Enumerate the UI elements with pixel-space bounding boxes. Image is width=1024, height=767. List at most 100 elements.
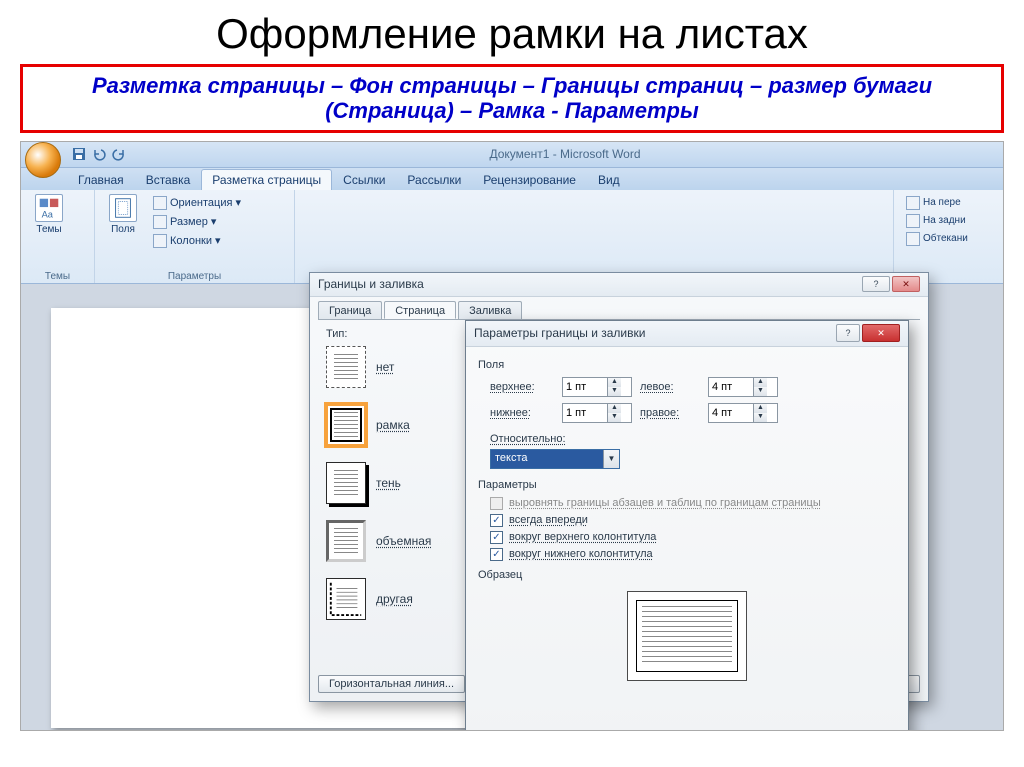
office-button[interactable]	[25, 142, 61, 178]
forward-icon	[906, 196, 920, 210]
dialog-title: Границы и заливка	[318, 277, 424, 291]
spin-up-icon[interactable]: ▲	[608, 404, 621, 413]
sample-page	[627, 591, 747, 681]
align-label: выровнять границы абзацев и таблиц по гр…	[509, 497, 821, 509]
document-title: Документ1 - Microsoft Word	[127, 147, 1003, 161]
margins-grid: верхнее: ▲▼ левое: ▲▼ нижнее: ▲▼ правое:…	[490, 377, 896, 423]
footer-checkbox-row[interactable]: ✓ вокруг нижнего колонтитула	[490, 548, 896, 561]
group-page-setup: Поля Ориентация ▾ Размер ▾ Колонки ▾ Пар…	[95, 190, 295, 283]
tab-insert[interactable]: Вставка	[135, 169, 202, 190]
backward-icon	[906, 214, 920, 228]
instruction-text: Разметка страницы – Фон страницы – Грани…	[31, 73, 993, 124]
columns-button[interactable]: Колонки ▾	[149, 232, 245, 250]
type-3d-icon	[326, 520, 366, 562]
sample-preview	[490, 587, 884, 683]
relative-value: текста	[491, 450, 603, 468]
align-checkbox-row[interactable]: выровнять границы абзацев и таблиц по гр…	[490, 497, 896, 510]
tab-review[interactable]: Рецензирование	[472, 169, 587, 190]
group-themes: Aa Темы Темы	[21, 190, 95, 283]
spin-down-icon[interactable]: ▼	[754, 413, 767, 422]
text-wrap-button[interactable]: Обтекани	[902, 230, 995, 248]
send-backward-button[interactable]: На задни	[902, 212, 995, 230]
margins-button[interactable]: Поля	[103, 194, 143, 252]
relative-combo[interactable]: текста ▼	[490, 449, 620, 469]
chevron-down-icon[interactable]: ▼	[603, 450, 619, 468]
word-titlebar: Документ1 - Microsoft Word	[21, 142, 1003, 168]
tab-border[interactable]: Граница	[318, 301, 382, 319]
undo-icon[interactable]	[91, 146, 107, 162]
size-button[interactable]: Размер ▾	[149, 213, 245, 231]
bring-forward-button[interactable]: На пере	[902, 194, 995, 212]
options-help-button[interactable]: ?	[836, 324, 860, 342]
themes-icon: Aa	[35, 194, 63, 222]
header-checkbox[interactable]: ✓	[490, 531, 503, 544]
group-arrange: На пере На задни Обтекани Упорядо	[893, 190, 1003, 283]
tab-mailings[interactable]: Рассылки	[396, 169, 472, 190]
relative-label: Относительно:	[490, 433, 566, 445]
help-button[interactable]: ?	[862, 276, 890, 292]
options-close-button[interactable]: ✕	[862, 324, 900, 342]
horizontal-line-button[interactable]: Горизонтальная линия...	[318, 675, 465, 693]
type-none-icon	[326, 346, 366, 388]
bottom-input[interactable]	[563, 404, 607, 422]
front-checkbox[interactable]: ✓	[490, 514, 503, 527]
spin-up-icon[interactable]: ▲	[754, 378, 767, 387]
top-input[interactable]	[563, 378, 607, 396]
tab-page-layout[interactable]: Разметка страницы	[201, 169, 332, 190]
quick-access-toolbar	[71, 146, 127, 162]
left-input[interactable]	[709, 378, 753, 396]
align-checkbox	[490, 497, 503, 510]
themes-label: Темы	[36, 224, 61, 235]
footer-checkbox[interactable]: ✓	[490, 548, 503, 561]
tab-view[interactable]: Вид	[587, 169, 631, 190]
type-box-icon	[326, 404, 366, 446]
bottom-label: нижнее:	[490, 407, 554, 419]
spin-down-icon[interactable]: ▼	[608, 387, 621, 396]
dialog-tabs: Граница Страница Заливка	[310, 297, 928, 319]
themes-button[interactable]: Aa Темы	[29, 194, 69, 252]
type-custom-label: другая	[376, 592, 413, 606]
right-label: правое:	[640, 407, 700, 419]
right-input[interactable]	[709, 404, 753, 422]
spin-down-icon[interactable]: ▼	[754, 387, 767, 396]
redo-icon[interactable]	[111, 146, 127, 162]
left-spinner[interactable]: ▲▼	[708, 377, 778, 397]
params-group-label: Параметры	[478, 479, 896, 491]
size-label: Размер	[170, 216, 208, 228]
tab-page[interactable]: Страница	[384, 301, 456, 319]
spin-down-icon[interactable]: ▼	[608, 413, 621, 422]
wrap-label: Обтекани	[923, 233, 968, 244]
top-spinner[interactable]: ▲▼	[562, 377, 632, 397]
options-title: Параметры границы и заливки	[474, 326, 645, 340]
spin-up-icon[interactable]: ▲	[754, 404, 767, 413]
right-spinner[interactable]: ▲▼	[708, 403, 778, 423]
dialog-titlebar: Границы и заливка ? ✕	[310, 273, 928, 297]
orientation-button[interactable]: Ориентация ▾	[149, 194, 245, 212]
front-checkbox-row[interactable]: ✓ всегда впереди	[490, 514, 896, 527]
backward-label: На задни	[923, 215, 966, 226]
options-titlebar: Параметры границы и заливки ? ✕	[466, 321, 908, 347]
orientation-icon	[153, 196, 167, 210]
type-shadow-icon	[326, 462, 366, 504]
svg-text:Aa: Aa	[42, 209, 54, 219]
slide-title: Оформление рамки на листах	[0, 0, 1024, 64]
tab-shading[interactable]: Заливка	[458, 301, 522, 319]
margins-group-label: Поля	[478, 359, 896, 371]
ribbon-body: Aa Темы Темы Поля Ориентация ▾ Размер ▾ …	[21, 190, 1003, 284]
ribbon-tabs: Главная Вставка Разметка страницы Ссылки…	[21, 168, 1003, 190]
header-checkbox-row[interactable]: ✓ вокруг верхнего колонтитула	[490, 531, 896, 544]
options-body: Поля верхнее: ▲▼ левое: ▲▼ нижнее: ▲▼ пр…	[466, 347, 908, 691]
columns-icon	[153, 234, 167, 248]
spin-up-icon[interactable]: ▲	[608, 378, 621, 387]
size-icon	[153, 215, 167, 229]
left-label: левое:	[640, 381, 700, 393]
bottom-spinner[interactable]: ▲▼	[562, 403, 632, 423]
tab-home[interactable]: Главная	[67, 169, 135, 190]
tab-references[interactable]: Ссылки	[332, 169, 396, 190]
front-label: всегда впереди	[509, 514, 588, 526]
forward-label: На пере	[923, 197, 961, 208]
orientation-label: Ориентация	[170, 197, 232, 209]
instruction-box: Разметка страницы – Фон страницы – Грани…	[20, 64, 1004, 133]
close-button[interactable]: ✕	[892, 276, 920, 292]
save-icon[interactable]	[71, 146, 87, 162]
